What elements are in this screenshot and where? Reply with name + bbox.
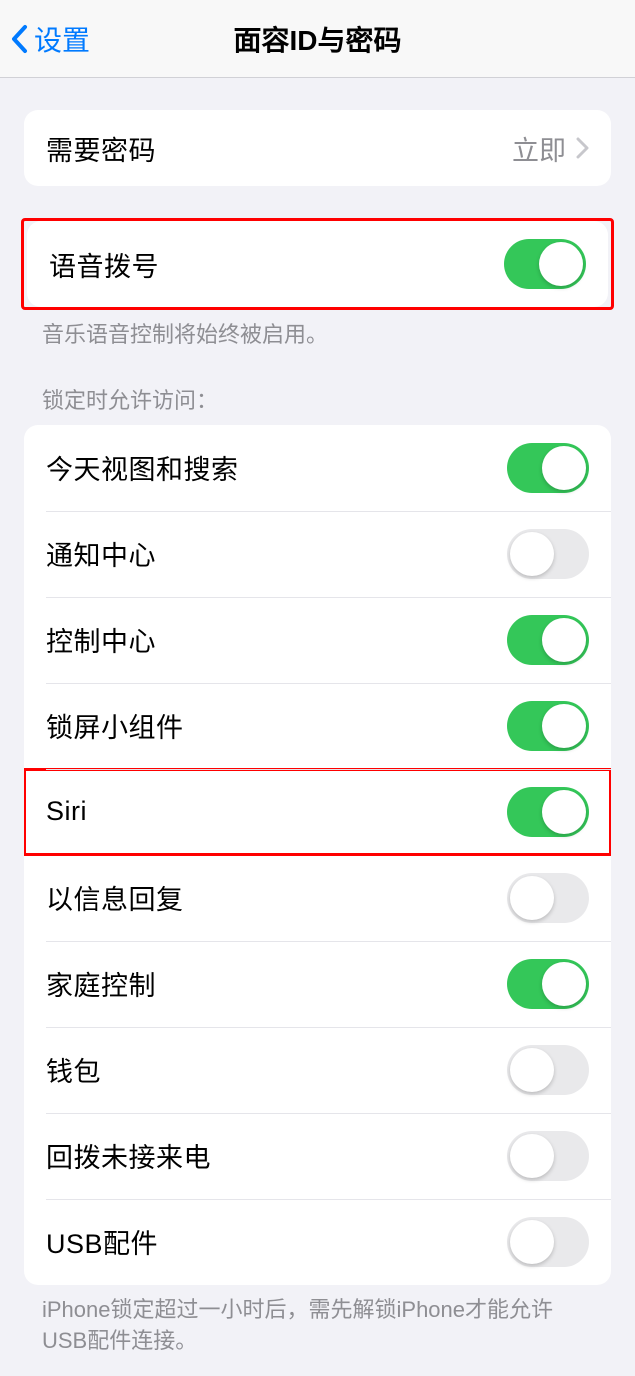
back-label: 设置 [34,19,90,59]
lock-access-item-label: 通知中心 [46,534,156,573]
lock-access-toggle[interactable] [507,873,589,923]
lock-access-toggle[interactable] [507,1217,589,1267]
lock-access-row: 通知中心 [24,511,611,597]
lock-access-row: 家庭控制 [24,941,611,1027]
voice-dial-section: 语音拨号 音乐语音控制将始终被启用。 [0,218,635,351]
chevron-right-icon [576,137,589,159]
lock-access-footer: iPhone锁定超过一小时后，需先解锁iPhone才能允许USB配件连接。 [0,1285,635,1357]
lock-access-row: Siri [24,769,611,855]
require-passcode-value: 立即 [512,129,566,168]
lock-access-item-label: 锁屏小组件 [46,706,184,745]
lock-access-item-label: 回拨未接来电 [46,1136,211,1175]
lock-access-row: 控制中心 [24,597,611,683]
voice-dial-row: 语音拨号 [27,221,608,307]
lock-access-row: 钱包 [24,1027,611,1113]
require-passcode-section: 需要密码 立即 [0,110,635,186]
lock-access-item-label: USB配件 [46,1222,158,1261]
voice-dial-footer: 音乐语音控制将始终被启用。 [0,310,635,351]
lock-access-row: 以信息回复 [24,855,611,941]
lock-access-section: 锁定时允许访问： 今天视图和搜索通知中心控制中心锁屏小组件 Siri 以信息回复家庭… [0,383,635,1357]
lock-access-toggle[interactable] [507,1045,589,1095]
lock-access-item-label: 家庭控制 [46,964,156,1003]
lock-access-header: 锁定时允许访问： [0,383,635,425]
lock-access-toggle[interactable] [507,959,589,1009]
lock-access-row: 回拨未接来电 [24,1113,611,1199]
lock-access-item-label: 控制中心 [46,620,156,659]
chevron-left-icon [10,24,28,54]
lock-access-item-label: 钱包 [46,1050,101,1089]
back-button[interactable]: 设置 [10,19,90,59]
lock-access-row: 今天视图和搜索 [24,425,611,511]
lock-access-toggle[interactable] [507,701,589,751]
lock-access-item-label: 以信息回复 [46,878,184,917]
lock-access-toggle[interactable] [507,787,589,837]
lock-access-toggle[interactable] [507,443,589,493]
lock-access-toggle[interactable] [507,615,589,665]
require-passcode-label: 需要密码 [46,129,156,168]
content: 需要密码 立即 语音拨号 音乐语音控制将始终被启用。 [0,110,635,1376]
lock-access-item-label: Siri [46,796,87,827]
page-title: 面容ID与密码 [233,19,401,59]
require-passcode-row[interactable]: 需要密码 立即 [24,110,611,186]
lock-access-item-label: 今天视图和搜索 [46,448,239,487]
lock-access-row: 锁屏小组件 [24,683,611,769]
voice-dial-toggle[interactable] [504,239,586,289]
navigation-bar: 设置 面容ID与密码 [0,0,635,78]
lock-access-row: USB配件 [24,1199,611,1285]
voice-dial-label: 语音拨号 [49,245,159,284]
lock-access-toggle[interactable] [507,1131,589,1181]
voice-dial-highlight: 语音拨号 [21,218,614,310]
lock-access-toggle[interactable] [507,529,589,579]
